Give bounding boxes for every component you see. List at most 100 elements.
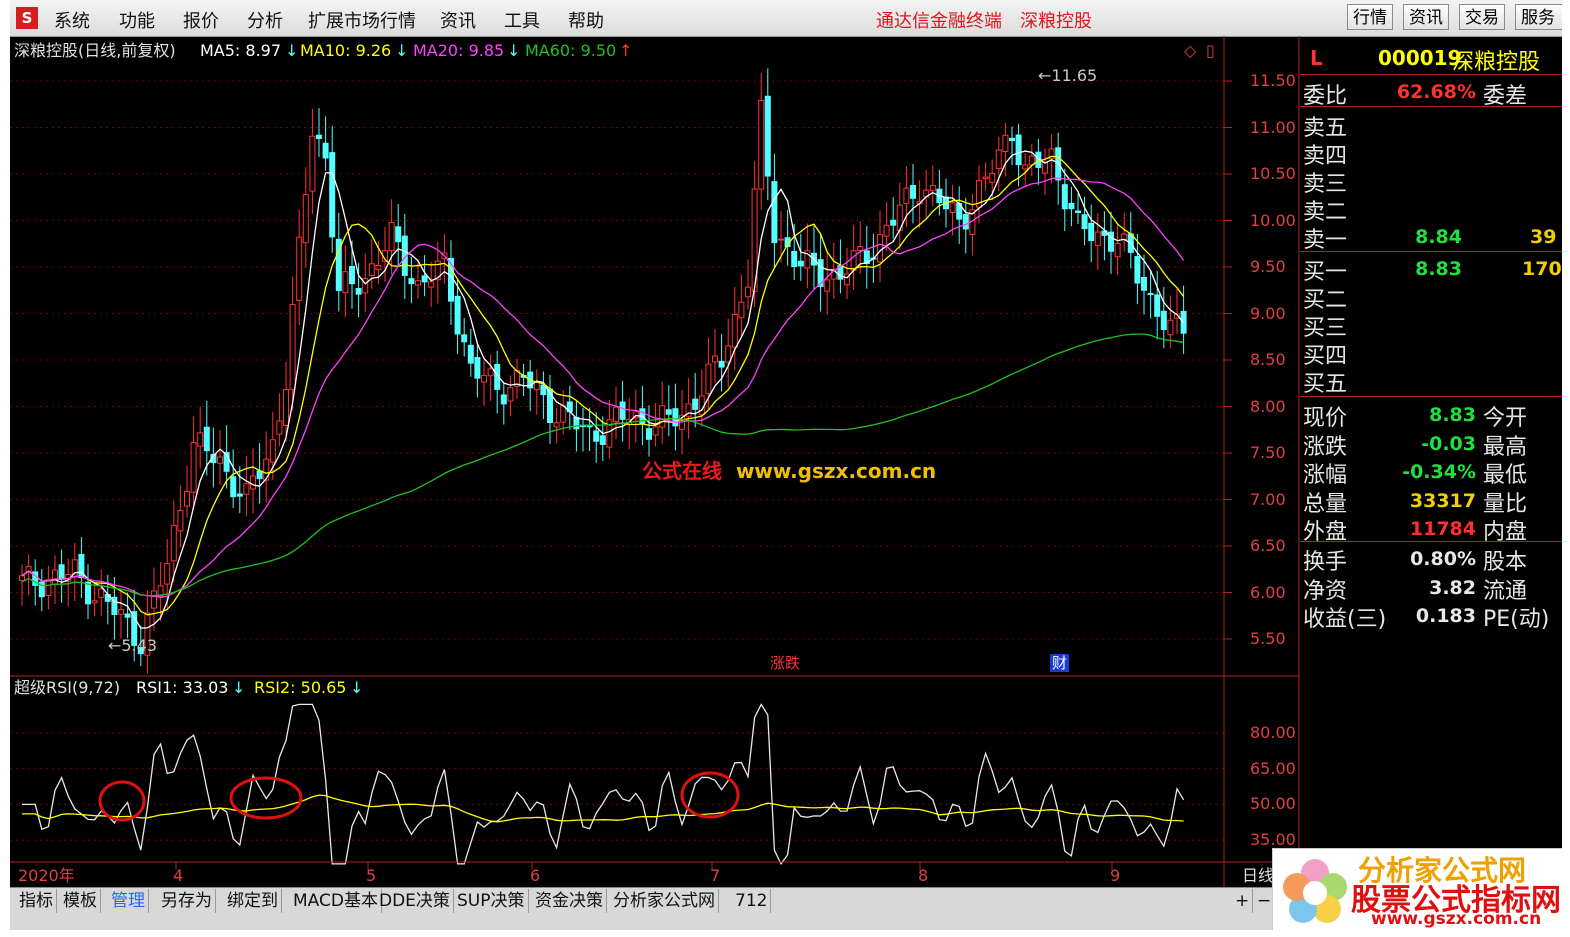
candle-body — [118, 609, 124, 615]
candle-body — [85, 581, 91, 605]
candle-body — [454, 295, 461, 335]
price-y-tick-label: 5.50 — [1250, 629, 1286, 648]
price-y-tick-label: 9.50 — [1250, 257, 1286, 276]
candle-body — [791, 251, 798, 268]
tab-0[interactable]: 指标 — [16, 889, 57, 913]
price-y-tick-label: 8.50 — [1250, 350, 1286, 369]
quote-row-label: 净资 — [1303, 578, 1348, 604]
candle-body — [276, 420, 283, 435]
menu-tools[interactable]: 工具 — [504, 7, 540, 33]
high-label: 11.65 — [1051, 66, 1098, 85]
window-toggle-icon[interactable]: ▯ — [1206, 42, 1215, 60]
candle-body — [177, 510, 184, 532]
candle-body — [857, 245, 864, 251]
ma5-label: MA5: 8.97 — [200, 41, 282, 60]
price-y-tick-label: 10.00 — [1250, 210, 1296, 230]
tab-5[interactable]: MACD基本 — [290, 889, 382, 913]
chart-name: 深粮控股(日线,前复权) — [14, 41, 176, 60]
x-tick-year: 2020年 — [18, 866, 75, 885]
candle-body — [461, 334, 468, 343]
zoom-in-icon[interactable]: + — [1232, 889, 1254, 913]
candle-body — [395, 226, 402, 243]
btn-market[interactable]: 行情 — [1347, 4, 1393, 30]
candle-body — [995, 149, 1002, 169]
candle-body — [824, 279, 831, 292]
candle-body — [19, 575, 25, 581]
flower-logo-icon — [1283, 859, 1347, 923]
candle-body — [250, 475, 256, 490]
buy1-volume: 170 — [1522, 258, 1562, 280]
price-y-tick-label: 6.00 — [1250, 582, 1286, 602]
tab-9[interactable]: 分析家公式网 — [610, 889, 719, 913]
candle-body — [289, 303, 296, 390]
tab-4[interactable]: 绑定到 — [224, 889, 282, 913]
high-marker: ←11.65 — [1038, 67, 1097, 85]
quote-panel: L 000019 深粮控股 委比 62.68% 委差 卖五 卖四 卖三 卖二 卖… — [1300, 36, 1562, 862]
low-marker: ←5.43 — [108, 637, 157, 655]
ma5-arrow-icon: ↓ — [285, 41, 299, 60]
candle-body — [98, 588, 105, 598]
candle-body — [553, 422, 560, 428]
candle-body — [329, 152, 336, 238]
candle-body — [355, 288, 362, 295]
candle-body — [1088, 222, 1095, 242]
rsi-y-tick-label: 50.00 — [1250, 794, 1296, 814]
divider — [1300, 106, 1562, 107]
zhangdie-tag[interactable]: 涨跌 — [770, 654, 801, 672]
period-label[interactable]: 日线 — [1242, 867, 1274, 885]
menu-quote[interactable]: 报价 — [183, 7, 219, 33]
app-window: S 系统 功能 报价 分析 扩展市场行情 资讯 工具 帮助 通达信金融终端 深粮… — [10, 0, 1562, 930]
candle-body — [236, 493, 243, 497]
candle-body — [1022, 164, 1029, 170]
rsi-y-tick-label: 35.00 — [1250, 830, 1296, 850]
finance-tag[interactable]: 财 — [1050, 654, 1070, 672]
candle-body — [903, 187, 910, 204]
btn-service[interactable]: 服务 — [1515, 4, 1562, 30]
btn-trade[interactable]: 交易 — [1459, 4, 1505, 30]
candle-body — [533, 381, 540, 391]
price-y-tick-label: 8.00 — [1250, 396, 1286, 416]
quote-row-label-2: 最高 — [1483, 434, 1528, 460]
low-label: 5.43 — [121, 636, 158, 655]
menu-news[interactable]: 资讯 — [440, 7, 476, 33]
candle-body — [1009, 137, 1015, 142]
app-logo-icon[interactable]: S — [16, 7, 38, 29]
price-y-tick-label: 9.00 — [1250, 303, 1286, 323]
x-tick-aug: 8 — [918, 866, 929, 885]
tab-2[interactable]: 管理 — [108, 889, 149, 913]
btn-info[interactable]: 资讯 — [1403, 4, 1449, 30]
candle-body — [698, 395, 705, 416]
candle-body — [243, 483, 250, 495]
tab-1[interactable]: 模板 — [60, 889, 101, 913]
menu-help[interactable]: 帮助 — [568, 7, 604, 33]
candle-body — [474, 357, 481, 379]
candle-body — [560, 405, 567, 423]
annotation-circle — [98, 780, 146, 822]
tab-10[interactable]: 712 — [732, 889, 772, 913]
menu-system[interactable]: 系统 — [54, 7, 90, 33]
tab-8[interactable]: 资金决策 — [532, 889, 607, 913]
candle-body — [408, 278, 415, 285]
x-tick-jun: 6 — [530, 866, 541, 885]
ma10-label: MA10: 9.26 — [300, 41, 392, 60]
x-tick-jul: 7 — [710, 866, 721, 885]
candle-body — [718, 360, 725, 368]
candle-body — [58, 564, 65, 580]
tab-6[interactable]: DDE决策 — [376, 889, 454, 913]
candle-body — [1114, 243, 1121, 258]
candle-body — [738, 301, 745, 319]
quote-row-value: 11784 — [1409, 518, 1476, 540]
quote-row-label: 总量 — [1303, 491, 1348, 517]
tab-7[interactable]: SUP决策 — [454, 889, 529, 913]
quote-row-label-2: 量比 — [1483, 491, 1528, 517]
candle-body — [507, 387, 514, 402]
menu-analysis[interactable]: 分析 — [247, 7, 283, 33]
tab-3[interactable]: 另存为 — [158, 889, 216, 913]
candle-body — [778, 238, 784, 241]
menu-function[interactable]: 功能 — [119, 7, 155, 33]
candle-body — [230, 476, 237, 498]
diamond-icon[interactable]: ◇ — [1184, 42, 1196, 60]
x-tick-apr: 4 — [173, 866, 184, 885]
menu-ext-market[interactable]: 扩展市场行情 — [308, 7, 416, 33]
buy1-price: 8.83 — [1415, 258, 1462, 280]
